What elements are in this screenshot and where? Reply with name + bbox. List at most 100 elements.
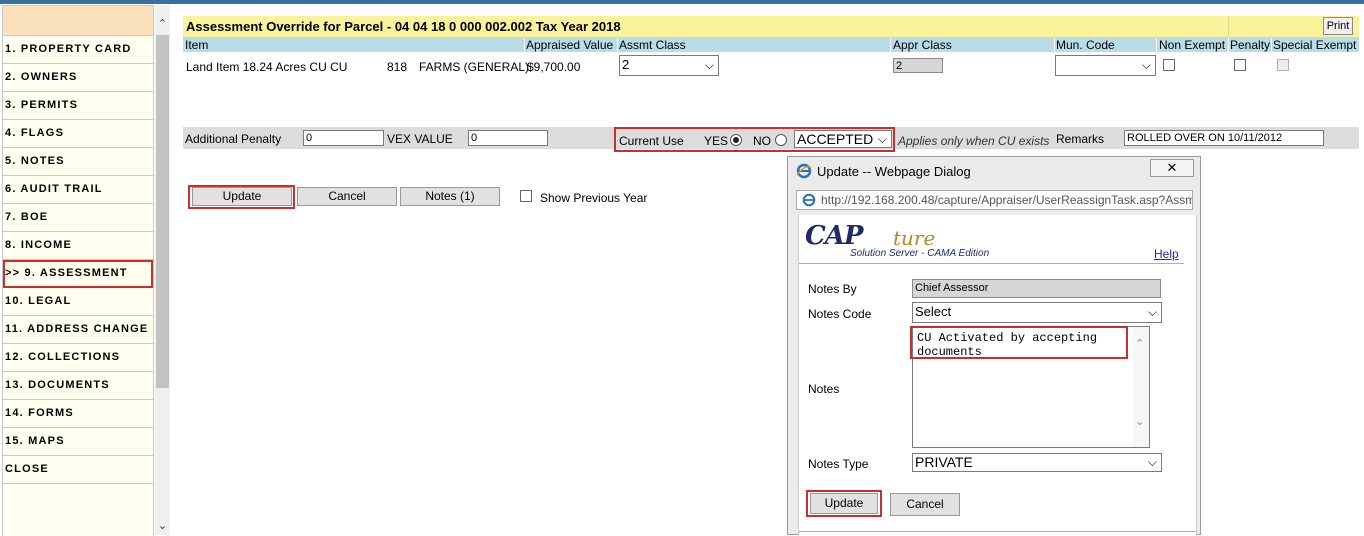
update-button[interactable]: Update <box>192 187 292 206</box>
sidebar-item-property-card[interactable]: 1. PROPERTY CARD <box>3 36 153 64</box>
sidebar: 1. PROPERTY CARD 2. OWNERS 3. PERMITS 4.… <box>2 5 154 536</box>
col-assmt-class: Assmt Class <box>619 38 686 52</box>
scrollbar-thumb[interactable] <box>156 35 169 388</box>
col-divider <box>1156 38 1157 52</box>
dialog-url: http://192.168.200.48/capture/Appraiser/… <box>821 193 1193 207</box>
close-icon: ✕ <box>1166 160 1178 175</box>
col-appr-class: Appr Class <box>893 38 952 52</box>
sidebar-item-permits[interactable]: 3. PERMITS <box>3 92 153 120</box>
sidebar-item-boe[interactable]: 7. BOE <box>3 204 153 232</box>
window-top-bar <box>0 0 1364 4</box>
cu-status-value: ACCEPTED <box>797 131 874 147</box>
sidebar-item-collections[interactable]: 12. COLLECTIONS <box>3 344 153 372</box>
vex-value-input[interactable]: 0 <box>468 130 548 146</box>
cu-yes-label: YES <box>704 134 729 148</box>
chevron-down-icon: ⌵ <box>1147 305 1157 319</box>
dialog-body: CAP ture Solution Server - CAMA Edition … <box>798 215 1197 536</box>
logo-subtitle: Solution Server - CAMA Edition <box>850 248 990 259</box>
chevron-down-icon: ⌵ <box>877 132 887 146</box>
col-special-exempt: Special Exempt <box>1273 38 1357 52</box>
col-divider <box>524 38 525 52</box>
cu-no-radio[interactable] <box>775 134 787 146</box>
additional-penalty-label: Additional Penalty <box>185 132 282 146</box>
notes-code-label: Notes Code <box>808 307 872 321</box>
appr-class-field: 2 <box>893 58 943 73</box>
dialog-cancel-button[interactable]: Cancel <box>890 493 960 516</box>
notes-type-value: PRIVATE <box>915 454 973 470</box>
sidebar-item-address-change[interactable]: 11. ADDRESS CHANGE <box>3 316 153 344</box>
title-divider <box>1228 16 1229 37</box>
col-divider <box>1228 38 1229 52</box>
notes-button[interactable]: Notes (1) <box>400 187 500 206</box>
sidebar-item-income[interactable]: 8. INCOME <box>3 232 153 260</box>
col-mun-code: Mun. Code <box>1056 38 1115 52</box>
mun-code-select[interactable]: ⌵ <box>1055 55 1156 76</box>
scroll-down-icon[interactable]: ⌄ <box>1135 415 1144 428</box>
notes-by-label: Notes By <box>808 282 857 296</box>
cu-no-label: NO <box>753 134 771 148</box>
dialog-close-button[interactable]: ✕ <box>1150 159 1194 177</box>
scroll-down-icon[interactable]: ⌄ <box>155 519 170 532</box>
row-code: 818 <box>387 60 408 74</box>
current-use-label: Current Use <box>619 134 684 148</box>
sidebar-item-owners[interactable]: 2. OWNERS <box>3 64 153 92</box>
assmt-class-value: 2 <box>622 57 630 72</box>
col-item: Item <box>185 38 209 52</box>
sidebar-item-maps[interactable]: 15. MAPS <box>3 428 153 456</box>
assmt-class-select[interactable]: 2 ⌵ <box>619 55 719 76</box>
sidebar-item-assessment[interactable]: >> 9. ASSESSMENT <box>3 260 153 288</box>
special-exempt-checkbox <box>1277 59 1289 71</box>
col-penalty: Penalty <box>1230 38 1271 52</box>
print-button[interactable]: Print <box>1323 17 1353 35</box>
dialog-update-button[interactable]: Update <box>810 493 878 514</box>
sidebar-item-audit-trail[interactable]: 6. AUDIT TRAIL <box>3 176 153 204</box>
row-description: FARMS (GENERAL) <box>419 60 530 74</box>
vex-value-label: VEX VALUE <box>387 132 453 146</box>
notes-code-value: Select <box>915 304 952 319</box>
help-link[interactable]: Help <box>1154 247 1179 261</box>
sidebar-item-notes[interactable]: 5. NOTES <box>3 148 153 176</box>
notes-code-select[interactable]: Select ⌵ <box>912 302 1162 323</box>
chevron-down-icon: ⌵ <box>704 58 714 72</box>
update-dialog: Update -- Webpage Dialog ✕ http://192.16… <box>787 156 1201 536</box>
show-previous-year-label: Show Previous Year <box>540 191 648 205</box>
show-previous-year-checkbox[interactable] <box>520 190 532 202</box>
sidebar-item-forms[interactable]: 14. FORMS <box>3 400 153 428</box>
sidebar-item-documents[interactable]: 13. DOCUMENTS <box>3 372 153 400</box>
scroll-up-icon[interactable]: ⌃ <box>1135 337 1144 350</box>
sidebar-item-legal[interactable]: 10. LEGAL <box>3 288 153 316</box>
notes-type-select[interactable]: PRIVATE ⌵ <box>912 453 1162 472</box>
notes-highlight <box>910 326 1128 359</box>
sidebar-scrollbar[interactable]: ⌃ ⌄ <box>155 5 170 535</box>
row-appraised-value: $9,700.00 <box>527 60 581 74</box>
dialog-title: Update -- Webpage Dialog <box>817 164 971 179</box>
penalty-checkbox[interactable] <box>1234 59 1246 71</box>
sidebar-item-close[interactable]: CLOSE <box>3 456 153 484</box>
capture-logo: CAP <box>805 221 863 251</box>
additional-penalty-input[interactable]: 0 <box>303 130 384 146</box>
scroll-up-icon[interactable]: ⌃ <box>155 17 170 30</box>
remarks-label: Remarks <box>1056 132 1105 146</box>
ie-icon <box>802 193 816 207</box>
col-appraised-value: Appraised Value <box>526 38 614 52</box>
ie-icon <box>796 163 812 179</box>
sidebar-item-flags[interactable]: 4. FLAGS <box>3 120 153 148</box>
sidebar-header <box>3 6 153 36</box>
capture-logo-script: ture <box>893 226 936 250</box>
table-header: Item Appraised Value Assmt Class Appr Cl… <box>183 38 1359 52</box>
notes-type-label: Notes Type <box>808 457 869 471</box>
remarks-input[interactable]: ROLLED OVER ON 10/11/2012 <box>1124 130 1324 146</box>
col-non-exempt: Non Exempt <box>1159 38 1226 52</box>
cancel-button[interactable]: Cancel <box>297 187 397 206</box>
col-divider <box>890 38 891 52</box>
dialog-bottom-divider <box>799 531 1196 532</box>
notes-label: Notes <box>808 382 840 396</box>
cu-yes-radio[interactable] <box>730 134 742 146</box>
applies-note: Applies only when CU exists <box>898 134 1050 148</box>
col-divider <box>617 38 618 52</box>
chevron-down-icon: ⌵ <box>1147 455 1157 469</box>
notes-scrollbar[interactable]: ⌃ ⌄ <box>1133 327 1149 447</box>
cu-status-select[interactable]: ACCEPTED ⌵ <box>794 130 892 148</box>
logo-divider <box>799 263 1184 264</box>
non-exempt-checkbox[interactable] <box>1163 59 1175 71</box>
